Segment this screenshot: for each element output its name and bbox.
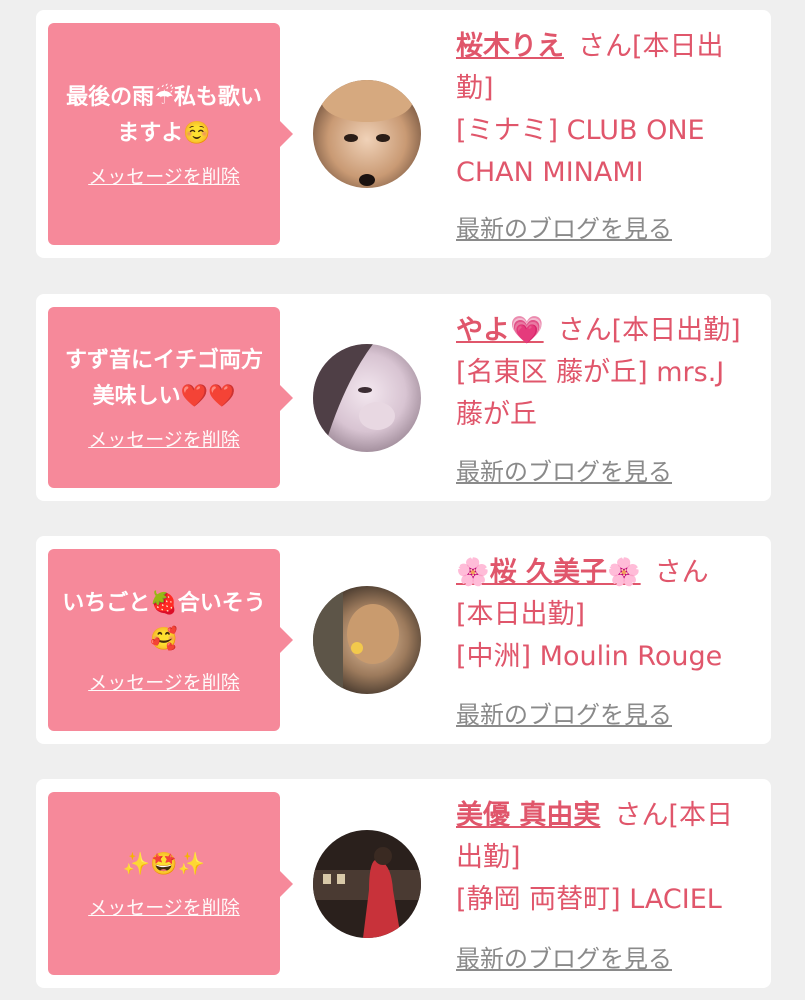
delete-message-link[interactable]: メッセージを削除 — [88, 893, 240, 920]
delete-message-link[interactable]: メッセージを削除 — [88, 425, 240, 452]
cast-info: 桜木りえ さん[本日出勤] [ミナミ] CLUB ONE CHAN MINAMI — [456, 26, 751, 194]
honorific: さん — [578, 31, 632, 62]
avatar-image — [313, 80, 421, 188]
latest-blog-link[interactable]: 最新のブログを見る — [456, 452, 672, 487]
message-text: ✨🤩✨ — [122, 852, 206, 877]
latest-blog-link[interactable]: 最新のブログを見る — [456, 939, 672, 974]
area-club: [名東区 藤が丘] mrs.J 藤が丘 — [456, 357, 725, 430]
message-text: すず音にイチゴ両方美味しい❤️❤️ — [64, 348, 263, 409]
area-club: [中洲] Moulin Rouge — [456, 641, 723, 672]
message-card: ✨🤩✨ メッセージを削除 美優 真由実 さん[本日出勤] [静岡 両替町] LAC… — [36, 779, 771, 988]
work-status: [本日出勤] — [611, 315, 741, 346]
avatar-image — [313, 829, 421, 938]
honorific: さん — [557, 315, 612, 346]
avatar[interactable] — [313, 80, 421, 188]
avatar[interactable] — [313, 829, 421, 938]
avatar[interactable] — [313, 343, 421, 452]
cast-info: 美優 真由実 さん[本日出勤] [静岡 両替町] LACIEL — [456, 795, 751, 921]
message-bubble: いちごと🍓合いそう🥰 メッセージを削除 — [48, 549, 293, 731]
latest-blog-link[interactable]: 最新のブログを見る — [456, 209, 672, 244]
cast-name-link[interactable]: 桜木りえ — [456, 31, 564, 62]
cast-info: 🌸桜 久美子🌸 さん [本日出勤] [中洲] Moulin Rouge — [456, 552, 751, 678]
message-bubble: ✨🤩✨ メッセージを削除 — [48, 792, 293, 975]
honorific: さん — [654, 557, 709, 588]
message-card: いちごと🍓合いそう🥰 メッセージを削除 🌸桜 久美子🌸 さん [本日出勤] [中… — [36, 536, 771, 744]
avatar-image — [313, 343, 421, 452]
area-club: [静岡 両替町] LACIEL — [456, 884, 722, 915]
delete-message-link[interactable]: メッセージを削除 — [88, 668, 240, 695]
message-card: すず音にイチゴ両方美味しい❤️❤️ メッセージを削除 やよ💗 さん[本日出勤] — [36, 294, 771, 501]
cast-info: やよ💗 さん[本日出勤] [名東区 藤が丘] mrs.J 藤が丘 — [456, 310, 751, 436]
cast-name-link[interactable]: 🌸桜 久美子🌸 — [456, 557, 641, 588]
avatar[interactable] — [313, 586, 421, 694]
message-bubble: すず音にイチゴ両方美味しい❤️❤️ メッセージを削除 — [48, 307, 293, 488]
message-card: 最後の雨☔私も歌いますよ☺️ メッセージを削除 桜木りえ さん[本日出勤] [ミ… — [36, 10, 771, 258]
area-club: [ミナミ] CLUB ONE CHAN MINAMI — [456, 115, 705, 188]
message-bubble: 最後の雨☔私も歌いますよ☺️ メッセージを削除 — [48, 23, 293, 245]
avatar-image — [313, 586, 421, 694]
message-text: いちごと🍓合いそう🥰 — [62, 590, 266, 652]
latest-blog-link[interactable]: 最新のブログを見る — [456, 695, 672, 730]
cast-name-link[interactable]: 美優 真由実 — [456, 800, 600, 831]
honorific: さん — [614, 800, 669, 831]
message-list: 最後の雨☔私も歌いますよ☺️ メッセージを削除 桜木りえ さん[本日出勤] [ミ… — [0, 0, 805, 1000]
work-status: [本日出勤] — [456, 599, 586, 630]
delete-message-link[interactable]: メッセージを削除 — [88, 162, 240, 189]
message-text: 最後の雨☔私も歌いますよ☺️ — [66, 84, 262, 146]
cast-name-link[interactable]: やよ💗 — [456, 315, 544, 346]
